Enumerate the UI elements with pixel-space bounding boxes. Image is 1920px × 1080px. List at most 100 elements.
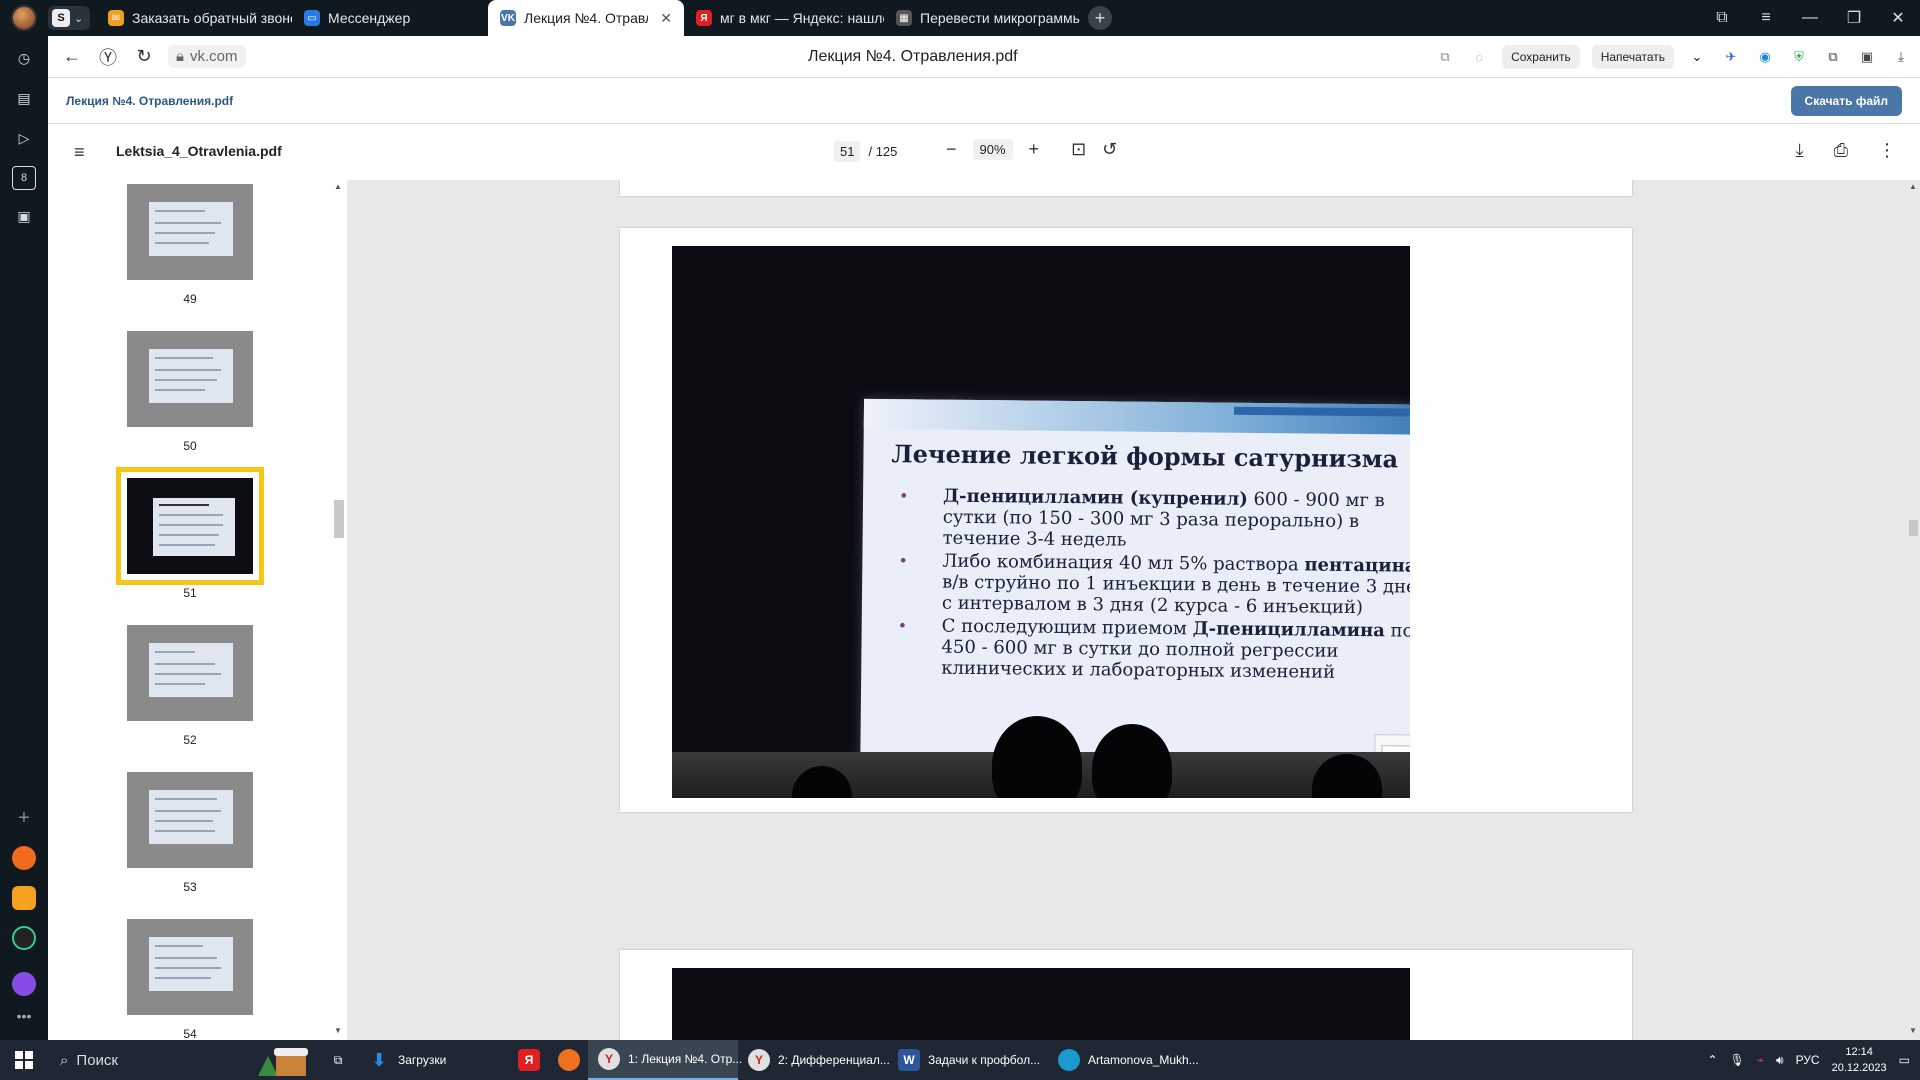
taskbar-search[interactable]: ⌕ Поиск	[48, 1040, 248, 1080]
taskbar-downloads[interactable]: ⬇ Загрузки	[358, 1040, 508, 1080]
comment-icon[interactable]: ◌	[1468, 46, 1490, 68]
taskbar-yandex[interactable]: Я	[508, 1040, 548, 1080]
hamburger-menu-icon[interactable]: ≡	[74, 142, 85, 163]
adblock-shield-icon[interactable]: ⛨	[1788, 46, 1810, 68]
yandex-logo-icon[interactable]: Ⓨ	[90, 39, 126, 75]
bullet-text: в/в струйно по 1 инъекции в день в течен…	[941, 571, 1410, 619]
slide-photo: Лечение легкой формы сатурнизма Д-пеници…	[672, 246, 1410, 798]
document-title-link[interactable]: Лекция №4. Отравления.pdf	[66, 94, 233, 108]
thumbnail-page-51[interactable]	[116, 467, 264, 585]
zoom-in-icon[interactable]: +	[1029, 139, 1040, 160]
scroll-up-icon[interactable]: ▲	[1909, 182, 1917, 191]
close-window-button[interactable]: ✕	[1876, 8, 1920, 28]
scroll-up-icon[interactable]: ▲	[334, 182, 342, 191]
thumbnail-panel: 49 50 51 52 53 54 ▲ ▼	[48, 180, 348, 1040]
download-folder-icon: ⬇	[371, 1049, 387, 1070]
restore-button[interactable]: ❐	[1832, 8, 1876, 28]
close-icon[interactable]: ✕	[660, 10, 672, 27]
minimize-button[interactable]: —	[1788, 9, 1832, 27]
thumbnail-page-49[interactable]	[127, 184, 253, 280]
taskbar-word[interactable]: W Задачи к профбол...	[888, 1040, 1048, 1080]
new-tab-button[interactable]: +	[1088, 6, 1112, 30]
download-icon[interactable]: ⤓	[1796, 140, 1804, 161]
notifications-icon[interactable]: ▭	[1899, 1053, 1910, 1067]
scroll-down-icon[interactable]: ▼	[334, 1026, 342, 1035]
scroll-handle[interactable]	[1909, 520, 1918, 536]
thumbnail-page-50[interactable]	[127, 331, 253, 427]
downloads-icon[interactable]: ⤓	[1890, 46, 1912, 68]
fit-page-icon[interactable]: ⊡	[1071, 139, 1086, 160]
alice-icon[interactable]	[12, 972, 36, 996]
thumbnail-page-52[interactable]	[127, 625, 253, 721]
more-icon[interactable]: •••	[12, 1004, 36, 1028]
page-number-input[interactable]: 51	[834, 141, 861, 162]
screenshot-icon[interactable]: ▣	[12, 204, 36, 228]
taskbar-yandex-window-2[interactable]: Y 2: Дифференциал...	[738, 1040, 890, 1080]
bookmarks-icon[interactable]: ⧉	[1700, 9, 1744, 27]
task-view-icon[interactable]: ⧉	[318, 1040, 358, 1080]
chevron-down-icon[interactable]: ⌄	[1686, 46, 1708, 68]
total-pages: / 125	[868, 144, 898, 159]
menu-icon[interactable]: ≡	[1744, 9, 1788, 27]
extension-translate-icon[interactable]: ✈	[1720, 46, 1742, 68]
extension-search-icon[interactable]: ◉	[1754, 46, 1776, 68]
copy-icon[interactable]: ⧉	[1434, 46, 1456, 68]
thumbnail-page-54[interactable]	[127, 919, 253, 1015]
zoom-level-input[interactable]: 90%	[972, 139, 1013, 160]
more-options-icon[interactable]: ⋮	[1878, 140, 1896, 161]
microphone-icon[interactable]: 🎙︎	[1730, 1053, 1745, 1067]
start-button[interactable]	[0, 1040, 48, 1080]
download-file-button[interactable]: Скачать файл	[1790, 86, 1902, 116]
taskbar-firefox[interactable]	[548, 1040, 588, 1080]
history-icon[interactable]: ◷	[12, 46, 36, 70]
save-button[interactable]: Сохранить	[1502, 45, 1580, 69]
profile-extension-icon[interactable]: ▣	[1856, 46, 1878, 68]
tab-lecture-active[interactable]: VK Лекция №4. Отравления ✕	[488, 0, 684, 36]
browser-sidebar: ◷ ▤ ▷ 8 ▣ + •••	[0, 36, 48, 1040]
language-indicator[interactable]: РУС	[1796, 1053, 1820, 1067]
tab-converter[interactable]: ▦ Перевести микрограммы	[884, 0, 1080, 36]
task-label: Загрузки	[398, 1053, 447, 1067]
thumbnail-label: 53	[183, 880, 197, 894]
scroll-handle[interactable]	[334, 500, 344, 538]
music-app-icon[interactable]	[12, 846, 36, 870]
tab-label: Лекция №4. Отравления	[524, 10, 648, 26]
taskbar-edge[interactable]: Artamonova_Mukh...	[1048, 1040, 1208, 1080]
pdf-actions: ⤓ ⎙ ⋮	[1796, 140, 1896, 161]
back-arrow-icon[interactable]: ←	[54, 39, 90, 75]
zoom-out-icon[interactable]: −	[946, 139, 957, 160]
chevron-up-icon[interactable]: ⌃	[1707, 1053, 1717, 1067]
network-icon[interactable]: ⌁	[1757, 1053, 1764, 1067]
taskbar-yandex-window-1[interactable]: Y 1: Лекция №4. Отр...	[588, 1040, 742, 1080]
viewer-scrollbar[interactable]: ▲ ▼	[1906, 180, 1920, 1040]
video-icon[interactable]: ▷	[12, 126, 36, 150]
add-app-icon[interactable]: +	[12, 806, 36, 830]
counter-icon[interactable]: 8	[12, 166, 36, 190]
url-field[interactable]: 🔒︎ vk.com	[168, 45, 246, 68]
speaker-icon[interactable]: 🔊︎	[1776, 1053, 1784, 1068]
tab-label: Перевести микрограммы	[920, 10, 1080, 26]
tab-callback[interactable]: ✉ Заказать обратный звонок	[96, 0, 292, 36]
browser-tab-bar: S ⌄ ✉ Заказать обратный звонок ▭ Мессенд…	[0, 0, 1920, 36]
tab-label: Мессенджер	[328, 10, 411, 26]
notes-icon[interactable]: ▤	[12, 86, 36, 110]
tab-messenger[interactable]: ▭ Мессенджер	[292, 0, 488, 36]
print-button[interactable]: Напечатать	[1591, 45, 1674, 69]
windows-logo-icon	[15, 1051, 33, 1069]
rotate-icon[interactable]: ↺	[1102, 139, 1117, 160]
reload-icon[interactable]: ↻	[126, 39, 162, 75]
print-icon[interactable]: ⎙	[1834, 140, 1848, 161]
extensions-icon[interactable]: ⧉	[1822, 46, 1844, 68]
scroll-down-icon[interactable]: ▼	[1909, 1026, 1917, 1035]
messenger-app-icon[interactable]	[12, 926, 36, 950]
task-label: 1: Лекция №4. Отр...	[628, 1052, 743, 1066]
clock[interactable]: 12:14 20.12.2023	[1832, 1044, 1887, 1076]
mail-app-icon[interactable]	[12, 886, 36, 910]
thumbnail-page-53[interactable]	[127, 772, 253, 868]
tab-yandex-search[interactable]: Я мг в мкг — Яндекс: нашлось	[684, 0, 884, 36]
profile-switcher[interactable]: S ⌄	[48, 6, 90, 30]
yandex-profile-avatar[interactable]	[0, 0, 48, 36]
slide-bullet: С последующим приемом Д-пеницилламина по…	[897, 615, 1410, 684]
chevron-down-icon: ⌄	[74, 12, 84, 25]
thumbnail-scrollbar[interactable]: ▲ ▼	[332, 180, 344, 1040]
